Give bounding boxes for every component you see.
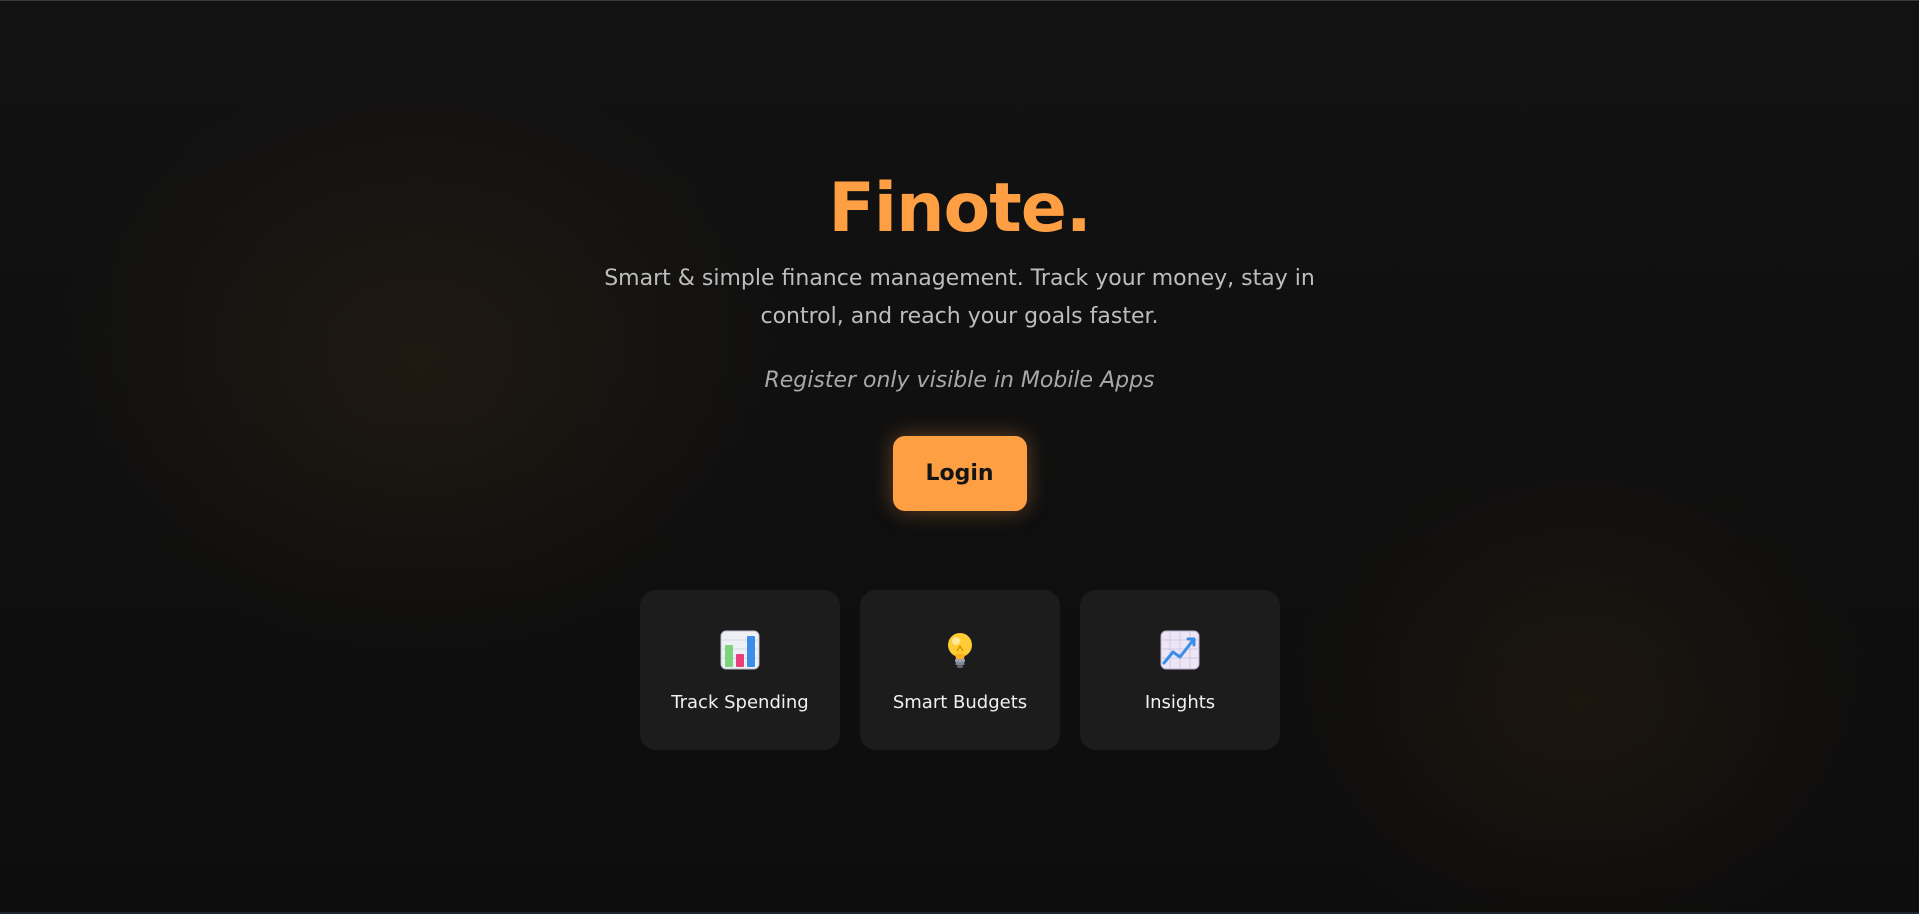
login-button[interactable]: Login [892,436,1027,511]
feature-label: Smart Budgets [892,692,1028,713]
feature-label: Insights [1144,692,1216,713]
tagline: Smart & simple finance management. Track… [604,266,1315,329]
brand-title: Finote. [828,169,1091,248]
register-note: Register only visible in Mobile Apps [764,368,1155,393]
feature-label: Track Spending [671,692,809,713]
feature-card-track-spending: Track Spending [640,590,840,750]
landing-page: Finote. Smart & simple finance managemen… [0,0,1919,914]
bar-chart-icon [720,630,760,670]
hero-section: Finote. Smart & simple finance managemen… [0,166,1919,511]
feature-card-smart-budgets: Smart Budgets [860,590,1060,750]
light-bulb-icon [940,630,980,670]
feature-card-insights: Insights [1080,590,1280,750]
feature-cards: Track Spending Smart Budgets Insights [640,590,1280,750]
chart-increasing-icon [1160,630,1200,670]
